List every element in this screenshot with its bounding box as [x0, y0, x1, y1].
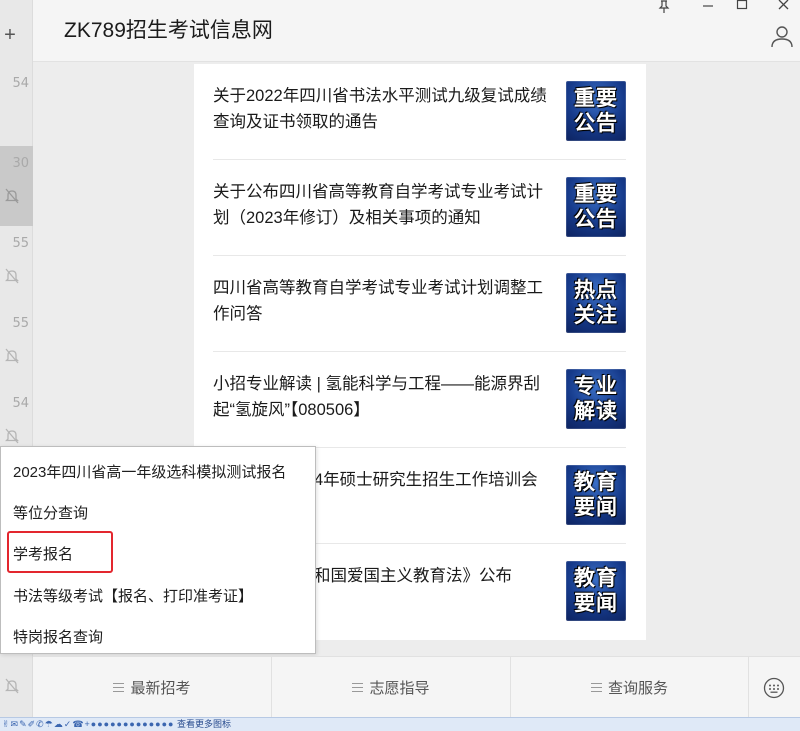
chat-header: ZK789招生考试信息网	[33, 0, 800, 62]
article-item[interactable]: 关于2022年四川省书法水平测试九级复试成绩查询及证书领取的通告 重要 公告	[213, 64, 626, 160]
minimize-icon[interactable]	[700, 0, 716, 14]
article-item[interactable]: 关于公布四川省高等教育自学考试专业考试计划（2023年修订）及相关事项的通知 重…	[213, 160, 626, 256]
close-icon[interactable]	[776, 0, 792, 14]
badge-text: 公告	[574, 112, 618, 135]
chat-time: 54	[12, 76, 29, 91]
service-popup-menu: 2023年四川省高一年级选科模拟测试报名 等位分查询 学考报名 书法等级考试【报…	[0, 446, 316, 654]
menu-item-rank-score-query[interactable]: 等位分查询	[13, 502, 88, 523]
mute-bell-icon	[5, 348, 19, 364]
nav-label: 最新招考	[130, 680, 191, 697]
more-icons-link[interactable]: 查看更多图标	[177, 719, 231, 729]
badge-text: 公告	[574, 208, 618, 231]
nav-latest-admissions[interactable]: 最新招考	[33, 657, 272, 718]
tray-icons: ✌✉✎✐✆☂☁✓☎+●●●●●●●●●●●●●	[2, 719, 175, 729]
menu-lines-icon	[113, 683, 125, 692]
chat-time: 55	[12, 316, 29, 331]
pin-icon[interactable]	[656, 0, 672, 14]
article-title[interactable]: 四川省高等教育自学考试专业考试计划调整工作问答	[213, 275, 558, 327]
article-thumbnail: 专业 解读	[566, 369, 626, 429]
maximize-icon[interactable]	[734, 0, 750, 14]
article-title[interactable]: 4年硕士研究生招生工作培训会	[314, 467, 564, 493]
badge-text: 要闻	[574, 592, 618, 615]
chat-time: 55	[12, 236, 29, 251]
chat-list-item[interactable]: 55	[0, 306, 33, 386]
menu-item-elective-test-signup[interactable]: 2023年四川省高一年级选科模拟测试报名	[13, 461, 286, 482]
chat-list-item[interactable]: 54	[0, 66, 33, 146]
nav-label: 查询服务	[607, 680, 668, 697]
chat-time: 30	[12, 156, 29, 171]
menu-lines-icon	[590, 683, 602, 692]
keyboard-toggle-button[interactable]	[748, 657, 800, 718]
menu-lines-icon	[352, 683, 364, 692]
menu-item-calligraphy-exam[interactable]: 书法等级考试【报名、打印准考证】	[13, 585, 253, 606]
taskbar-strip: ✌✉✎✐✆☂☁✓☎+●●●●●●●●●●●●● 查看更多图标	[0, 717, 800, 731]
badge-text: 要闻	[574, 496, 618, 519]
mute-bell-icon	[5, 428, 19, 444]
keyboard-icon	[763, 677, 785, 698]
badge-text: 教育	[574, 567, 618, 590]
article-title[interactable]: 和国爱国主义教育法》公布	[314, 563, 564, 589]
highlight-annotation-box	[7, 531, 113, 573]
badge-text: 关注	[574, 304, 618, 327]
user-profile-icon[interactable]	[770, 24, 794, 48]
menu-item-special-post-query[interactable]: 特岗报名查询	[13, 626, 103, 647]
mute-bell-icon	[5, 268, 19, 284]
badge-text: 专业	[574, 375, 618, 398]
badge-text: 热点	[574, 279, 618, 302]
article-thumbnail: 重要 公告	[566, 81, 626, 141]
article-title[interactable]: 关于公布四川省高等教育自学考试专业考试计划（2023年修订）及相关事项的通知	[213, 179, 558, 231]
nav-label: 志愿指导	[369, 680, 430, 697]
article-item[interactable]: 四川省高等教育自学考试专业考试计划调整工作问答 热点 关注	[213, 256, 626, 352]
official-account-menu-bar: 最新招考 志愿指导 查询服务	[33, 656, 800, 718]
badge-text: 教育	[574, 471, 618, 494]
nav-query-services[interactable]: 查询服务	[511, 657, 749, 718]
chat-list-item[interactable]: 55	[0, 226, 33, 306]
article-title[interactable]: 小招专业解读 | 氢能科学与工程——能源界刮起“氢旋风”【080506】	[213, 371, 558, 423]
add-icon[interactable]: +	[0, 22, 20, 48]
badge-text: 重要	[574, 87, 618, 110]
article-title[interactable]: 关于2022年四川省书法水平测试九级复试成绩查询及证书领取的通告	[213, 83, 558, 135]
nav-application-guide[interactable]: 志愿指导	[272, 657, 511, 718]
article-item[interactable]: 小招专业解读 | 氢能科学与工程——能源界刮起“氢旋风”【080506】 专业解…	[213, 352, 626, 448]
chat-list-item-active[interactable]: 30	[0, 146, 33, 226]
badge-text: 解读	[574, 400, 618, 423]
article-thumbnail: 教育 要闻	[566, 561, 626, 621]
page-title: ZK789招生考试信息网	[64, 19, 273, 42]
article-thumbnail: 热点 关注	[566, 273, 626, 333]
mute-bell-icon	[5, 678, 19, 694]
chat-time: 54	[12, 396, 29, 411]
article-thumbnail: 重要 公告	[566, 177, 626, 237]
badge-text: 重要	[574, 183, 618, 206]
mute-bell-icon	[5, 188, 19, 204]
article-thumbnail: 教育 要闻	[566, 465, 626, 525]
